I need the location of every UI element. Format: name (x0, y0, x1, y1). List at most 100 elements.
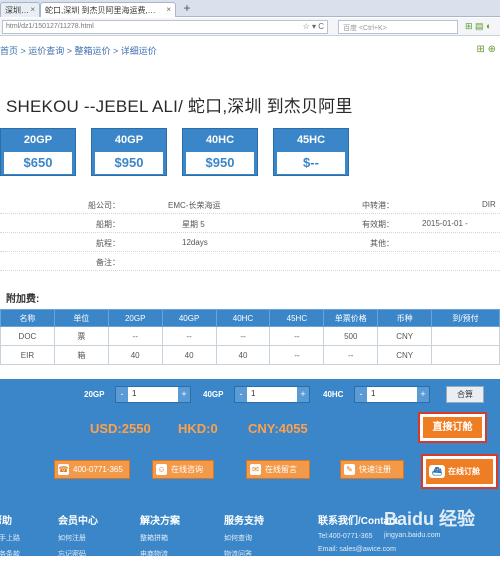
total-usd: USD:2550 (90, 421, 151, 436)
column-header: 40HC (215, 309, 271, 327)
close-icon[interactable]: × (166, 5, 171, 14)
watermark-text: Baidu 经验 (384, 509, 476, 529)
tab-active[interactable]: 蛇口,深圳 到杰贝阿里海运费,… × (40, 2, 176, 17)
price-box-40hc: 40HC $950 (182, 128, 258, 176)
plus-button[interactable]: + (417, 387, 429, 402)
table-row: EIR 箱 40 40 40 -- -- CNY (0, 345, 500, 365)
tab-inactive[interactable]: 深圳… × (0, 2, 40, 17)
price-label: 40GP (114, 134, 144, 146)
plus-button[interactable]: + (297, 387, 309, 402)
table-cell: 箱 (53, 345, 109, 365)
carrier-value: EMC-长荣海运 (168, 201, 221, 210)
footer-link[interactable]: 电商物流 (140, 549, 180, 559)
surcharge-title: 附加费: (6, 294, 40, 305)
phone-icon: ☎ (58, 464, 69, 475)
footer-link[interactable]: 如何注册 (58, 533, 98, 543)
search-input[interactable]: 百度 <Ctrl+K> (338, 20, 458, 34)
total-cny: CNY:4055 (248, 421, 308, 436)
table-cell: DOC (0, 326, 55, 346)
table-cell: -- (161, 326, 217, 346)
consult-button[interactable]: ☺ 在线咨询 (152, 460, 214, 479)
table-cell (431, 326, 500, 346)
online-order-inner: ⛴ 在线订舱 (426, 459, 493, 484)
table-cell: CNY (377, 326, 433, 346)
remarks-label: 备注： (96, 258, 120, 267)
table-cell: 票 (53, 326, 109, 346)
info-row: 备注： (0, 252, 500, 271)
price-box-45hc: 45HC $-- (273, 128, 349, 176)
toolbar-icons[interactable]: ⊞ ▤ ◐ (465, 21, 491, 32)
mail-icon: ✉ (250, 464, 261, 475)
close-icon[interactable]: × (30, 5, 35, 14)
quantity-stepper-20gp[interactable]: - 1 + (115, 386, 191, 403)
table-cell: 40 (161, 345, 217, 365)
price-box-20gp: 20GP $650 (0, 128, 76, 176)
footer-link[interactable]: 物流问答 (224, 549, 264, 559)
calculate-button[interactable]: 合算 (446, 386, 484, 403)
transit-value: 12days (182, 238, 208, 247)
column-header: 20GP (107, 309, 163, 327)
footer-col-solutions: 解决方案 整箱拼箱 电商物流 (140, 512, 180, 565)
address-toolbar: html/dz1/150127/11278.html ☆ ▾ C 百度 <Ctr… (0, 18, 500, 36)
footer-col-support: 服务支持 如何查询 物流问答 (224, 512, 264, 565)
info-row: 船期： 星期 5 有效期： 2015-01-01 - (0, 214, 500, 233)
direct-order-button[interactable]: 直接订舱 (418, 412, 487, 443)
column-header: 到/预付 (431, 309, 500, 327)
minus-button[interactable]: - (235, 387, 247, 402)
footer-link[interactable]: 整箱拼箱 (140, 533, 180, 543)
column-header: 40GP (161, 309, 217, 327)
transfer-label: 中转港： (362, 201, 394, 210)
register-button[interactable]: ✎ 快速注册 (340, 460, 404, 479)
share-icons[interactable]: ⊞ ⊕ (476, 44, 496, 55)
breadcrumb[interactable]: 首页 > 运价查询 > 整箱运价 > 详细运价 (0, 44, 500, 58)
watermark: Baidu 经验 jingyan.baidu.com (384, 505, 475, 539)
info-row: 船公司： EMC-长荣海运 中转港： DIR (0, 195, 500, 214)
footer-col-member: 会员中心 如何注册 忘记密码 (58, 512, 98, 565)
online-order-label: 在线订舱 (448, 467, 480, 476)
price-value: $-- (277, 152, 345, 174)
footer-col-title: 会员中心 (58, 516, 98, 527)
info-row: 航程： 12days 其他： (0, 233, 500, 252)
price-value: $650 (4, 152, 72, 174)
other-label: 其他： (370, 239, 394, 248)
carrier-label: 船公司： (88, 201, 120, 210)
quantity-stepper-40hc[interactable]: - 1 + (354, 386, 430, 403)
price-box-40gp: 40GP $950 (91, 128, 167, 176)
ship-icon: ⛴ (429, 465, 445, 478)
footer-col-title: 解决方案 (140, 516, 180, 527)
phone-label: 400-0771-365 (73, 465, 123, 474)
address-input[interactable]: html/dz1/150127/11278.html ☆ ▾ C (2, 20, 328, 34)
footer-col-help: 帮助 新手上路 服务条款 (0, 512, 20, 565)
schedule-value: 星期 5 (182, 220, 205, 229)
phone-button[interactable]: ☎ 400-0771-365 (54, 460, 130, 479)
address-buttons[interactable]: ☆ ▾ C (303, 22, 324, 31)
minus-button[interactable]: - (355, 387, 367, 402)
browser-tab-bar: 深圳… × 蛇口,深圳 到杰贝阿里海运费,… × + (0, 0, 500, 17)
quantity-stepper-40gp[interactable]: - 1 + (234, 386, 310, 403)
plus-button[interactable]: + (178, 387, 190, 402)
validity-value: 2015-01-01 - (422, 219, 468, 228)
footer-link[interactable]: 如何查询 (224, 533, 264, 543)
table-cell: -- (107, 326, 163, 346)
message-label: 在线留言 (265, 465, 297, 474)
qty-label-40hc: 40HC (323, 390, 344, 399)
new-tab-button[interactable]: + (176, 2, 198, 16)
footer-link[interactable]: 新手上路 (0, 533, 20, 543)
register-label: 快速注册 (359, 465, 391, 474)
surcharge-table: 名称 单位 20GP 40GP 40HC 45HC 单票价格 币种 到/预付 D… (0, 309, 500, 365)
qty-label-40gp: 40GP (203, 390, 224, 399)
quantity-input[interactable]: 1 (371, 389, 375, 398)
footer-link[interactable]: 忘记密码 (58, 549, 98, 559)
footer-link[interactable]: 服务条款 (0, 549, 20, 559)
table-cell: -- (323, 345, 379, 365)
message-button[interactable]: ✉ 在线留言 (246, 460, 310, 479)
direct-order-label: 直接订舱 (423, 417, 482, 438)
pencil-icon: ✎ (344, 464, 355, 475)
consult-label: 在线咨询 (171, 465, 203, 474)
online-order-button[interactable]: ⛴ 在线订舱 (421, 454, 498, 489)
column-header: 单票价格 (323, 309, 379, 327)
quantity-input[interactable]: 1 (251, 389, 255, 398)
quantity-input[interactable]: 1 (132, 389, 136, 398)
validity-label: 有效期： (362, 220, 394, 229)
minus-button[interactable]: - (116, 387, 128, 402)
